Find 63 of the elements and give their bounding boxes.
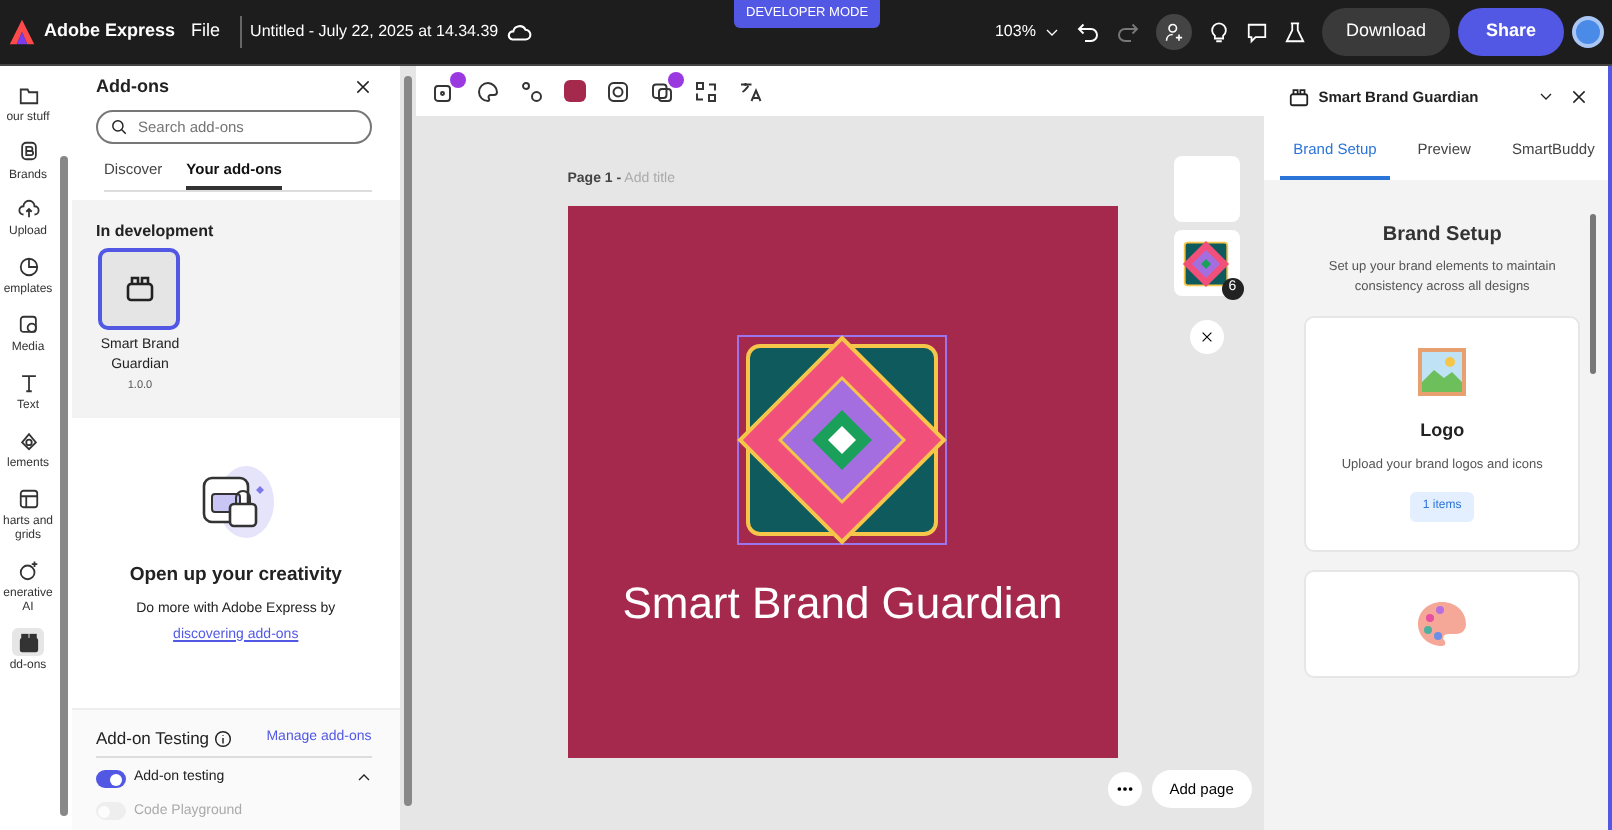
add-on-card[interactable] (98, 247, 181, 330)
scrollbar[interactable] (403, 76, 412, 806)
add-on-icon (123, 272, 156, 305)
close-icon[interactable] (353, 78, 372, 97)
upload-icon (17, 198, 39, 221)
brand-icon (17, 140, 39, 163)
premium-badge-icon (449, 71, 466, 87)
more-button[interactable] (1107, 772, 1142, 806)
grid-icon (17, 487, 39, 510)
chevron-down-icon[interactable] (1043, 24, 1060, 40)
add-ons-icon (17, 631, 39, 654)
design-page[interactable]: Smart Brand Guardian (567, 205, 1118, 757)
share-button[interactable]: Share (1457, 8, 1564, 56)
layers-icon[interactable] (649, 79, 674, 103)
page-thumbnail[interactable] (1173, 156, 1240, 222)
close-icon (1199, 330, 1214, 344)
zoom-level[interactable]: 103% (994, 20, 1036, 44)
download-button[interactable]: Download (1321, 8, 1450, 56)
translate-icon[interactable] (737, 79, 762, 103)
shape-icon[interactable] (431, 79, 456, 103)
close-icon[interactable] (1569, 88, 1588, 107)
link-icon[interactable] (519, 79, 544, 103)
flask-icon[interactable] (1283, 21, 1306, 43)
undo-icon[interactable] (1075, 20, 1100, 44)
panel-title: Add-ons (95, 74, 169, 100)
document-title[interactable]: Untitled - July 22, 2025 at 14.34.39 (250, 20, 499, 44)
toggle-switch[interactable] (95, 770, 126, 788)
empty-state-heading: Open up your creativity (129, 562, 342, 590)
search-icon (109, 117, 128, 135)
invite-button[interactable] (1155, 14, 1192, 50)
card-title: Logo (1418, 418, 1467, 445)
section-heading: Brand Setup (1380, 221, 1504, 249)
media-icon (17, 314, 39, 336)
image-icon[interactable] (605, 79, 630, 103)
palette-icon[interactable] (475, 79, 500, 103)
avatar[interactable] (1572, 16, 1604, 48)
info-icon[interactable] (213, 729, 232, 748)
templates-icon (17, 256, 39, 279)
cloud-icon[interactable] (506, 19, 533, 45)
sparkle-icon (17, 559, 39, 582)
text-icon (17, 371, 39, 394)
app-name: Adobe Express (44, 18, 176, 45)
picture-icon (1416, 346, 1469, 399)
redo-icon[interactable] (1115, 19, 1140, 44)
app-logo-icon[interactable] (8, 18, 36, 46)
chevron-down-icon[interactable] (1537, 88, 1554, 105)
scrollbar[interactable] (1589, 213, 1596, 373)
design-title-text[interactable]: Smart Brand Guardian (622, 569, 1063, 635)
shapes-icon (17, 429, 39, 452)
comment-icon[interactable] (1245, 21, 1268, 43)
diamond-logo-drawing[interactable] (736, 333, 949, 545)
resize-icon[interactable] (693, 79, 718, 103)
palette-icon (1416, 600, 1469, 649)
lightbulb-icon[interactable] (1207, 21, 1230, 43)
add-on-icon (1288, 86, 1311, 109)
person-add-icon (1163, 22, 1184, 42)
testing-heading: Add-on Testing (95, 725, 210, 751)
color-swatch[interactable] (563, 80, 586, 102)
section-heading: In development (95, 219, 216, 244)
folder-icon (17, 83, 39, 105)
premium-badge-icon (667, 71, 684, 87)
file-menu[interactable]: File (191, 18, 221, 46)
scrollbar[interactable] (59, 156, 68, 816)
